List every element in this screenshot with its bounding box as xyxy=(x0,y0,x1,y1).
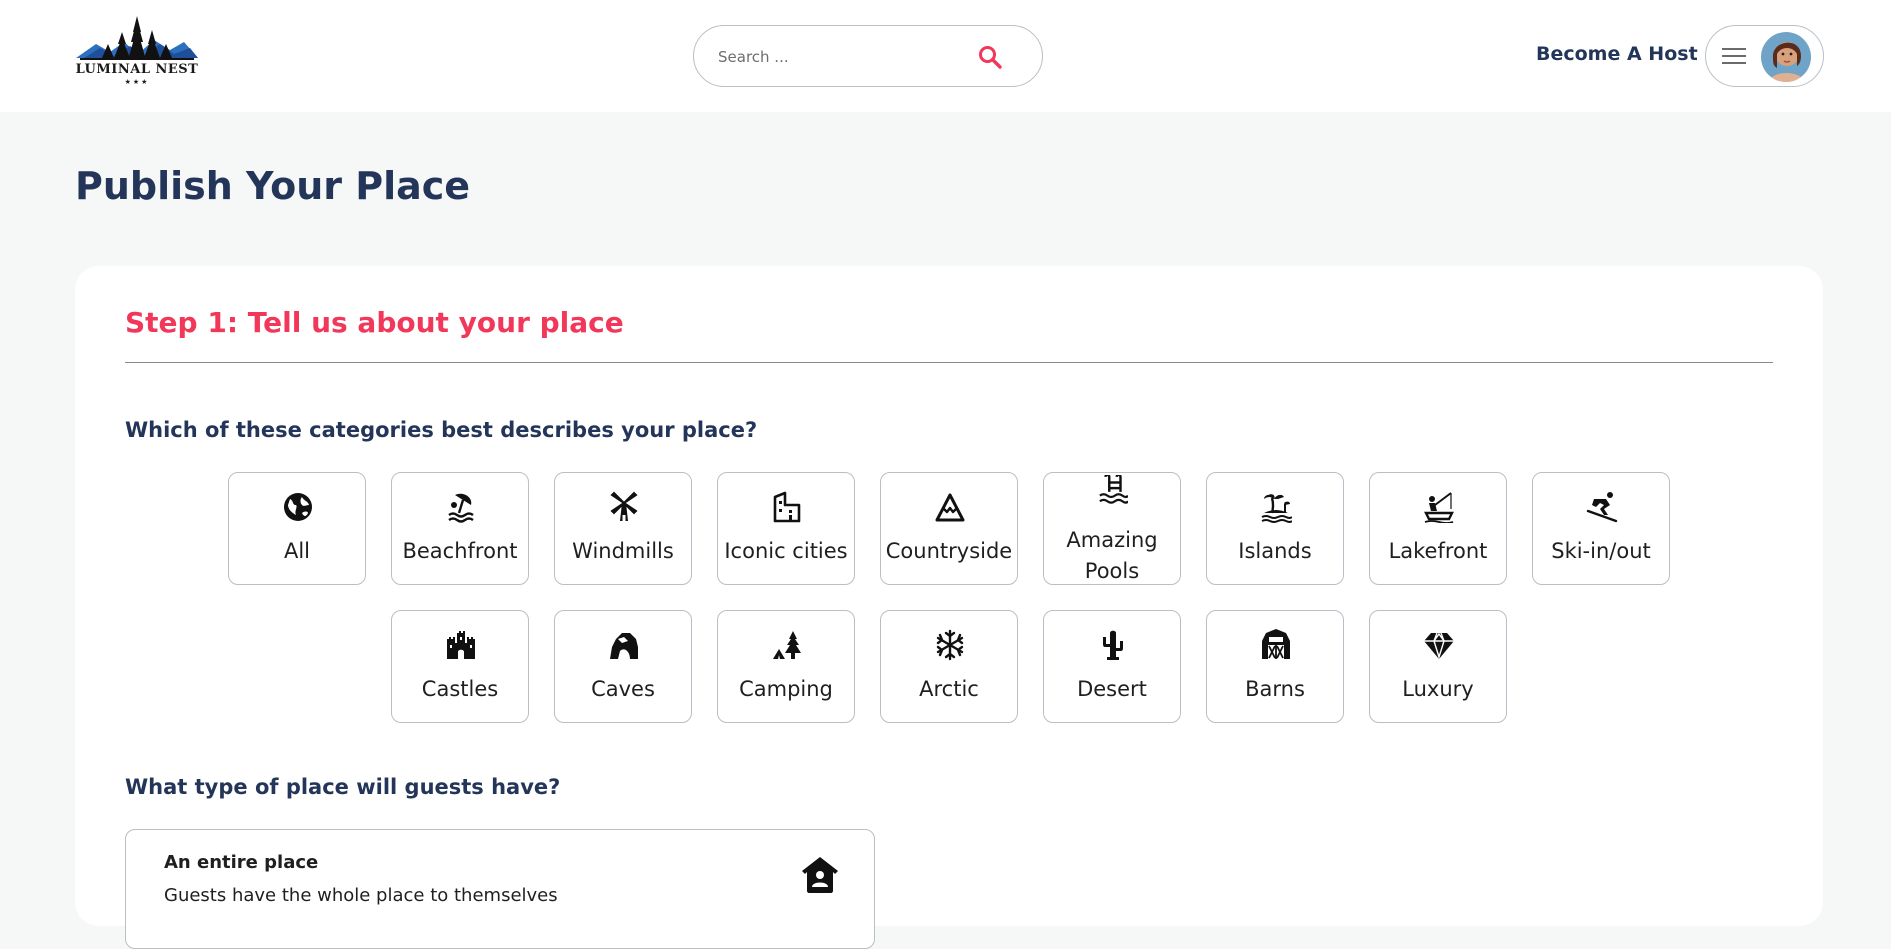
category-label: Countryside xyxy=(885,539,1013,563)
category-luxury[interactable]: Luxury xyxy=(1369,610,1507,723)
place-option-title: An entire place xyxy=(164,852,319,873)
category-desert[interactable]: Desert xyxy=(1043,610,1181,723)
skiing-icon xyxy=(1586,492,1618,523)
category-label: Windmills xyxy=(572,539,674,563)
category-amazing-pools[interactable]: Amazing Pools xyxy=(1043,472,1181,585)
category-label: Beachfront xyxy=(402,539,518,563)
palm-island-icon xyxy=(1261,494,1292,523)
page-title: Publish Your Place xyxy=(75,164,471,208)
category-label: Camping xyxy=(739,677,833,701)
pine-trees-logo-icon xyxy=(76,16,198,60)
category-label: Caves xyxy=(591,677,655,701)
tent-tree-icon xyxy=(773,631,801,659)
category-ski-in-out[interactable]: Ski-in/out xyxy=(1532,472,1670,585)
category-camping[interactable]: Camping xyxy=(717,610,855,723)
category-row-2: Castles Caves Camping Arctic Desert Barn… xyxy=(75,610,1823,723)
category-windmills[interactable]: Windmills xyxy=(554,472,692,585)
windmill-icon xyxy=(610,491,638,521)
top-header: LUMINAL NEST ★★★ Become A Host xyxy=(0,0,1891,112)
category-label: Barns xyxy=(1245,677,1305,701)
category-label: Iconic cities xyxy=(724,539,848,563)
city-building-icon xyxy=(773,491,801,523)
category-arctic[interactable]: Arctic xyxy=(880,610,1018,723)
pool-ladder-icon xyxy=(1099,475,1128,504)
publish-form-card: Step 1: Tell us about your place Which o… xyxy=(75,266,1823,949)
house-user-icon xyxy=(802,857,838,893)
mountain-icon xyxy=(935,493,965,522)
category-label: All xyxy=(283,539,311,563)
category-castles[interactable]: Castles xyxy=(391,610,529,723)
castle-icon xyxy=(447,631,475,659)
category-lakefront[interactable]: Lakefront xyxy=(1369,472,1507,585)
category-label: Desert xyxy=(1077,677,1147,701)
snowflake-icon xyxy=(936,629,964,661)
place-type-question: What type of place will guests have? xyxy=(125,775,561,799)
category-countryside[interactable]: Countryside xyxy=(880,472,1018,585)
search-icon[interactable] xyxy=(977,44,1003,70)
place-option-description: Guests have the whole place to themselve… xyxy=(164,885,558,906)
category-label: Castles xyxy=(421,677,499,701)
category-row-1: All Beachfront Windmills Iconic cities C… xyxy=(75,472,1823,585)
category-label: Amazing Pools xyxy=(1066,528,1158,583)
beach-umbrella-icon xyxy=(448,493,474,523)
luminal-nest-logo[interactable]: LUMINAL NEST ★★★ xyxy=(74,14,200,88)
globe-icon xyxy=(284,493,312,521)
user-menu-button[interactable] xyxy=(1705,25,1824,87)
logo-wordmark: LUMINAL NEST xyxy=(75,62,199,77)
category-label: Luxury xyxy=(1402,677,1474,701)
cactus-icon xyxy=(1103,630,1123,660)
category-islands[interactable]: Islands xyxy=(1206,472,1344,585)
category-label: Islands xyxy=(1238,539,1312,563)
categories-question: Which of these categories best describes… xyxy=(125,418,758,442)
category-barns[interactable]: Barns xyxy=(1206,610,1344,723)
category-label: Arctic xyxy=(919,677,979,701)
diamond-icon xyxy=(1424,632,1454,660)
logo-stars: ★★★ xyxy=(124,78,150,86)
become-host-link[interactable]: Become A Host xyxy=(1536,43,1698,65)
category-all[interactable]: All xyxy=(228,472,366,585)
category-beachfront[interactable]: Beachfront xyxy=(391,472,529,585)
place-option-entire-place[interactable]: An entire place Guests have the whole pl… xyxy=(125,829,875,949)
category-label: Lakefront xyxy=(1388,539,1488,563)
section-divider xyxy=(125,362,1773,363)
category-iconic-cities[interactable]: Iconic cities xyxy=(717,472,855,585)
barn-icon xyxy=(1262,629,1290,659)
category-label: Ski-in/out xyxy=(1551,539,1651,563)
hamburger-menu-icon xyxy=(1722,48,1746,64)
user-avatar xyxy=(1761,32,1811,82)
search-input[interactable] xyxy=(718,42,958,72)
fishing-icon xyxy=(1424,492,1454,523)
step-title: Step 1: Tell us about your place xyxy=(125,306,624,339)
cave-icon xyxy=(610,633,638,659)
category-caves[interactable]: Caves xyxy=(554,610,692,723)
search-bar[interactable] xyxy=(693,25,1043,87)
